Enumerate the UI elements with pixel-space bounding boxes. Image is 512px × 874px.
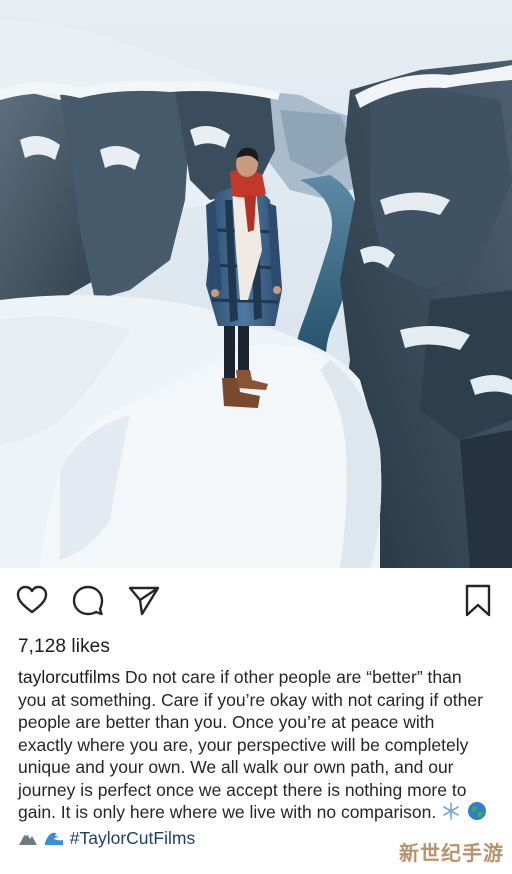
action-bar xyxy=(0,582,512,622)
bookmark-icon xyxy=(465,584,491,617)
likes-count[interactable]: 7,128 likes xyxy=(18,636,110,658)
comment-button[interactable] xyxy=(70,582,106,618)
caption-text: Do not care if other people are “better”… xyxy=(18,667,483,822)
comment-icon xyxy=(72,585,104,616)
globe-emoji xyxy=(467,801,487,827)
instagram-post: 7,128 likes taylorcutfilms Do not care i… xyxy=(0,0,512,874)
wave-emoji xyxy=(44,827,64,853)
like-button[interactable] xyxy=(14,582,50,618)
mountain-emoji xyxy=(18,827,38,853)
heart-icon xyxy=(16,585,48,614)
snowflake-emoji xyxy=(441,801,461,827)
save-button[interactable] xyxy=(460,582,496,618)
post-caption: taylorcutfilms Do not care if other peop… xyxy=(18,666,488,852)
share-button[interactable] xyxy=(126,582,162,618)
post-photo[interactable] xyxy=(0,0,512,568)
caption-username[interactable]: taylorcutfilms xyxy=(18,667,120,687)
paper-plane-icon xyxy=(128,586,160,616)
watermark-text: 新世纪手游 xyxy=(399,843,504,865)
caption-hashtag[interactable]: #TaylorCutFilms xyxy=(70,828,195,848)
canyon-photo-illustration xyxy=(0,0,512,568)
